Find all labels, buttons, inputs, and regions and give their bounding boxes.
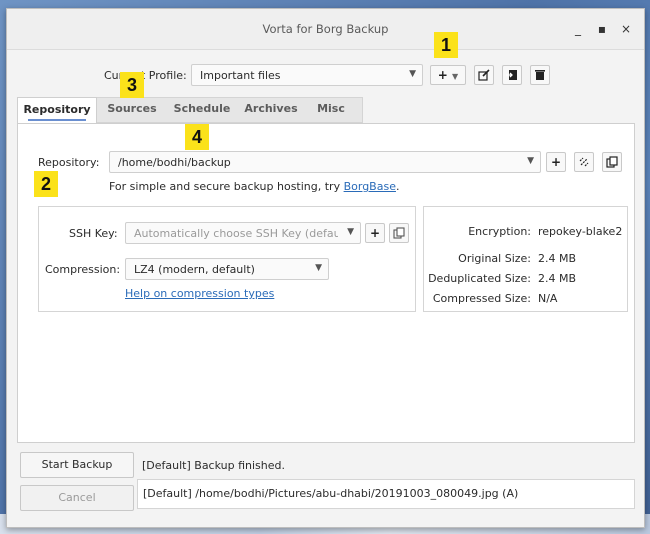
compression-label: Compression: <box>45 263 121 276</box>
annotation-marker-4: 4 <box>185 124 209 150</box>
tab-schedule[interactable]: Schedule <box>167 97 237 123</box>
original-size-label: Original Size: <box>458 252 531 265</box>
copy-ssh-key-button[interactable] <box>389 223 409 243</box>
deduplicated-size-value: 2.4 MB <box>538 272 577 285</box>
compressed-size-value: N/A <box>538 292 558 305</box>
maximize-button[interactable]: ▪ <box>595 22 609 36</box>
copy-icon <box>393 227 405 239</box>
profile-select[interactable]: Important files ▼ <box>191 64 423 86</box>
plus-icon: + <box>437 68 448 82</box>
repository-label: Repository: <box>38 156 100 169</box>
status-message: [Default] Backup finished. <box>142 459 285 472</box>
edit-profile-button[interactable] <box>474 65 494 85</box>
hint-suffix: . <box>395 180 400 193</box>
repository-select[interactable]: /home/bodhi/backup ▼ <box>109 151 541 173</box>
profile-select-value: Important files <box>200 69 281 82</box>
borgbase-hint: For simple and secure backup hosting, tr… <box>109 180 399 193</box>
repository-panel: Repository: /home/bodhi/backup ▼ + For s… <box>17 123 635 443</box>
progress-message: [Default] /home/bodhi/Pictures/abu-dhabi… <box>143 487 519 500</box>
annotation-marker-2: 2 <box>34 171 58 197</box>
delete-profile-button[interactable] <box>530 65 550 85</box>
hint-text: For simple and secure backup hosting, tr… <box>109 180 344 193</box>
borgbase-link[interactable]: BorgBase <box>344 180 396 193</box>
chevron-down-icon: ▼ <box>347 227 354 237</box>
export-icon <box>506 70 517 80</box>
encryption-value: repokey-blake2 <box>538 225 623 238</box>
deduplicated-size-label: Deduplicated Size: <box>428 272 531 285</box>
chevron-down-icon: ▼ <box>315 263 322 273</box>
compressed-size-label: Compressed Size: <box>432 292 531 305</box>
title-bar: Vorta for Borg Backup _ ▪ × <box>7 9 644 50</box>
chevron-down-icon: ▼ <box>452 72 459 81</box>
encryption-label: Encryption: <box>468 225 531 238</box>
ssh-key-select-value: Automatically choose SSH Key (default) <box>134 227 338 240</box>
compression-select-value: LZ4 (modern, default) <box>134 263 255 276</box>
cancel-button[interactable]: Cancel <box>20 485 134 511</box>
trash-icon <box>535 70 545 80</box>
annotation-marker-1: 1 <box>434 32 458 58</box>
plus-icon: + <box>550 155 562 169</box>
compression-select[interactable]: LZ4 (modern, default) ▼ <box>125 258 329 280</box>
window-title: Vorta for Borg Backup <box>262 22 389 36</box>
tab-sources[interactable]: Sources <box>99 97 165 123</box>
add-ssh-key-button[interactable]: + <box>365 223 385 243</box>
tab-misc[interactable]: Misc <box>307 97 355 123</box>
minimize-button[interactable]: _ <box>571 22 585 36</box>
ssh-key-label: SSH Key: <box>69 227 118 240</box>
close-button[interactable]: × <box>619 22 633 36</box>
plus-icon: + <box>369 226 381 240</box>
chevron-down-icon: ▼ <box>409 69 416 79</box>
ssh-key-select[interactable]: Automatically choose SSH Key (default) ▼ <box>125 222 361 244</box>
ssh-compression-group: SSH Key: Automatically choose SSH Key (d… <box>38 206 416 312</box>
compression-help-link[interactable]: Help on compression types <box>125 287 274 300</box>
edit-icon <box>478 69 490 81</box>
unlink-icon <box>579 157 589 167</box>
annotation-marker-3: 3 <box>120 72 144 98</box>
repository-select-value: /home/bodhi/backup <box>118 156 231 169</box>
add-profile-button[interactable]: + ▼ <box>430 65 466 85</box>
copy-repository-button[interactable] <box>602 152 622 172</box>
repository-stats-group: Encryption: repokey-blake2 Original Size… <box>423 206 628 312</box>
tab-repository[interactable]: Repository <box>17 97 97 123</box>
original-size-value: 2.4 MB <box>538 252 577 265</box>
start-backup-button[interactable]: Start Backup <box>20 452 134 478</box>
copy-icon <box>606 156 618 168</box>
unlink-repository-button[interactable] <box>574 152 594 172</box>
add-repository-button[interactable]: + <box>546 152 566 172</box>
tab-archives[interactable]: Archives <box>237 97 305 123</box>
export-profile-button[interactable] <box>502 65 522 85</box>
chevron-down-icon: ▼ <box>527 156 534 166</box>
app-window: Vorta for Borg Backup _ ▪ × Current Prof… <box>6 8 645 528</box>
profile-label: Current Profile: <box>104 69 187 82</box>
progress-message-box: [Default] /home/bodhi/Pictures/abu-dhabi… <box>137 479 635 509</box>
